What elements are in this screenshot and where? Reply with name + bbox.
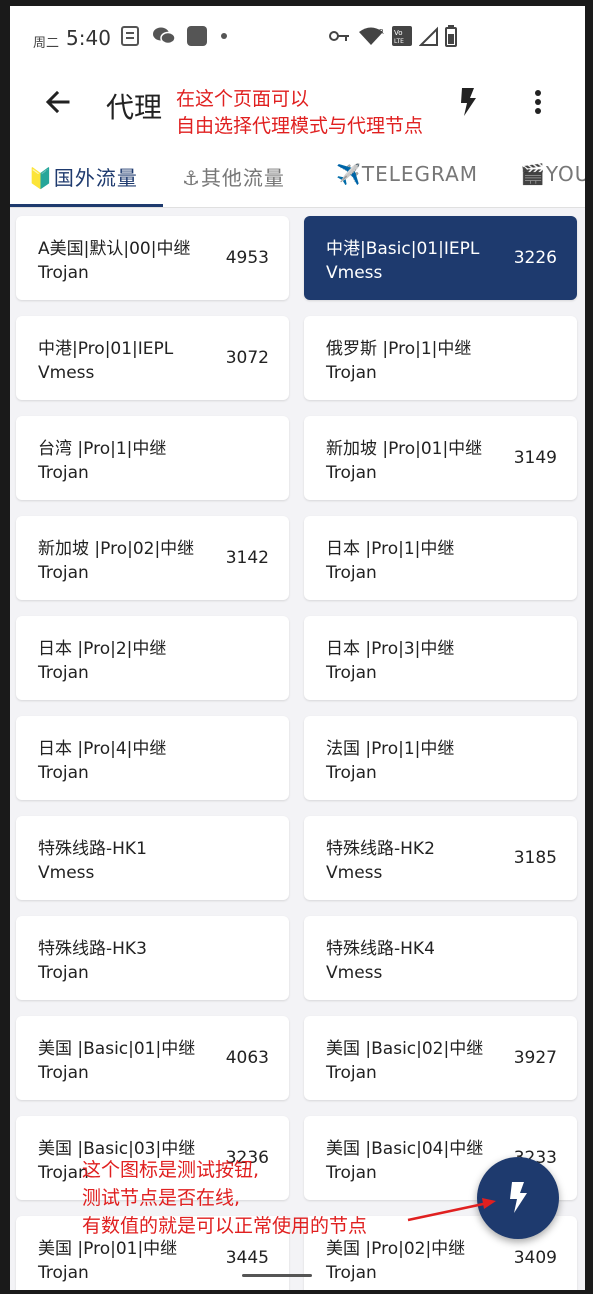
annotation-arrow xyxy=(407,1198,496,1222)
app-screen: 周二 5:40 R Vo LTE 代理 在这个页面可以 自由选择代理模式与代理节… xyxy=(10,6,585,1290)
home-indicator xyxy=(242,1274,312,1277)
